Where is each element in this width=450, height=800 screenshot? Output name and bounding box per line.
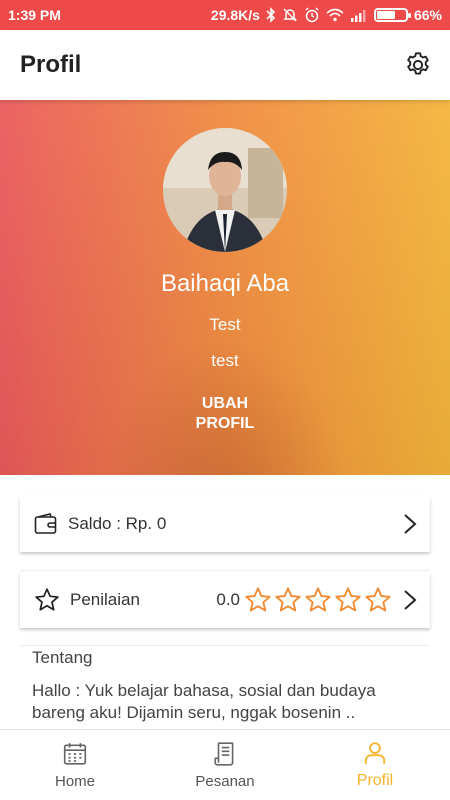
- bluetooth-icon: [266, 7, 276, 23]
- status-bar: 1:39 PM 29.8K/s 66%: [0, 0, 450, 30]
- receipt-icon: [214, 741, 234, 766]
- edit-profile-label-1: UBAH: [201, 395, 249, 412]
- status-time: 1:39 PM: [8, 7, 61, 23]
- person-icon: [364, 742, 386, 764]
- page-title: Profil: [20, 51, 82, 78]
- saldo-label: Saldo : Rp. 0: [68, 514, 167, 533]
- rating-value: 0.0: [216, 590, 240, 609]
- nav-home[interactable]: Home: [0, 730, 150, 800]
- alarm-icon: [304, 7, 320, 23]
- star-outline-icon: [35, 588, 59, 611]
- rating-star-icon: [335, 587, 361, 612]
- avatar: [163, 128, 287, 252]
- rating-star-icon: [275, 587, 301, 612]
- about-section: Tentang Hallo : Yuk belajar bahasa, sosi…: [20, 648, 430, 724]
- chevron-right-icon: [404, 514, 417, 534]
- divider: [20, 645, 430, 646]
- calendar-icon: [63, 742, 87, 765]
- rating-star-icon: [305, 587, 331, 612]
- wifi-icon: [326, 8, 344, 22]
- profile-line-2: test: [211, 351, 239, 370]
- about-heading: Tentang: [32, 648, 93, 667]
- nav-home-label: Home: [54, 772, 95, 790]
- about-text: Hallo : Yuk belajar bahasa, sosial dan b…: [32, 681, 376, 722]
- rating-label: Penilaian: [70, 590, 140, 609]
- signal-icon: [350, 8, 368, 22]
- rating-star-icon: [365, 587, 391, 612]
- nav-profil[interactable]: Profil: [300, 730, 450, 800]
- battery-percent: 66%: [413, 7, 442, 23]
- status-icons: 29.8K/s 66%: [211, 7, 442, 23]
- battery-icon: [373, 8, 411, 22]
- edit-profile-button[interactable]: UBAH PROFIL: [175, 394, 275, 434]
- profile-line-1: Test: [209, 315, 241, 334]
- mute-bell-icon: [282, 7, 298, 23]
- rating-card[interactable]: Penilaian 0.0: [20, 572, 430, 628]
- net-speed: 29.8K/s: [210, 7, 260, 23]
- rating-stars: [244, 586, 392, 614]
- profile-name: Baihaqi Aba: [160, 270, 290, 297]
- divider: [20, 570, 430, 571]
- nav-profil-label: Profil: [356, 772, 394, 789]
- bottom-navigation: Home Pesanan Profil: [0, 729, 450, 800]
- chevron-right-icon: [404, 590, 417, 610]
- nav-pesanan-label: Pesanan: [195, 772, 255, 790]
- profile-header: Baihaqi Aba Test test UBAH PROFIL: [0, 100, 450, 475]
- nav-pesanan[interactable]: Pesanan: [150, 730, 300, 800]
- rating-star-icon: [245, 587, 271, 612]
- saldo-card[interactable]: Saldo : Rp. 0: [20, 496, 430, 552]
- wallet-icon: [34, 513, 57, 534]
- gear-icon[interactable]: [404, 51, 432, 79]
- edit-profile-label-2: PROFIL: [195, 415, 255, 432]
- app-bar: Profil: [0, 30, 450, 100]
